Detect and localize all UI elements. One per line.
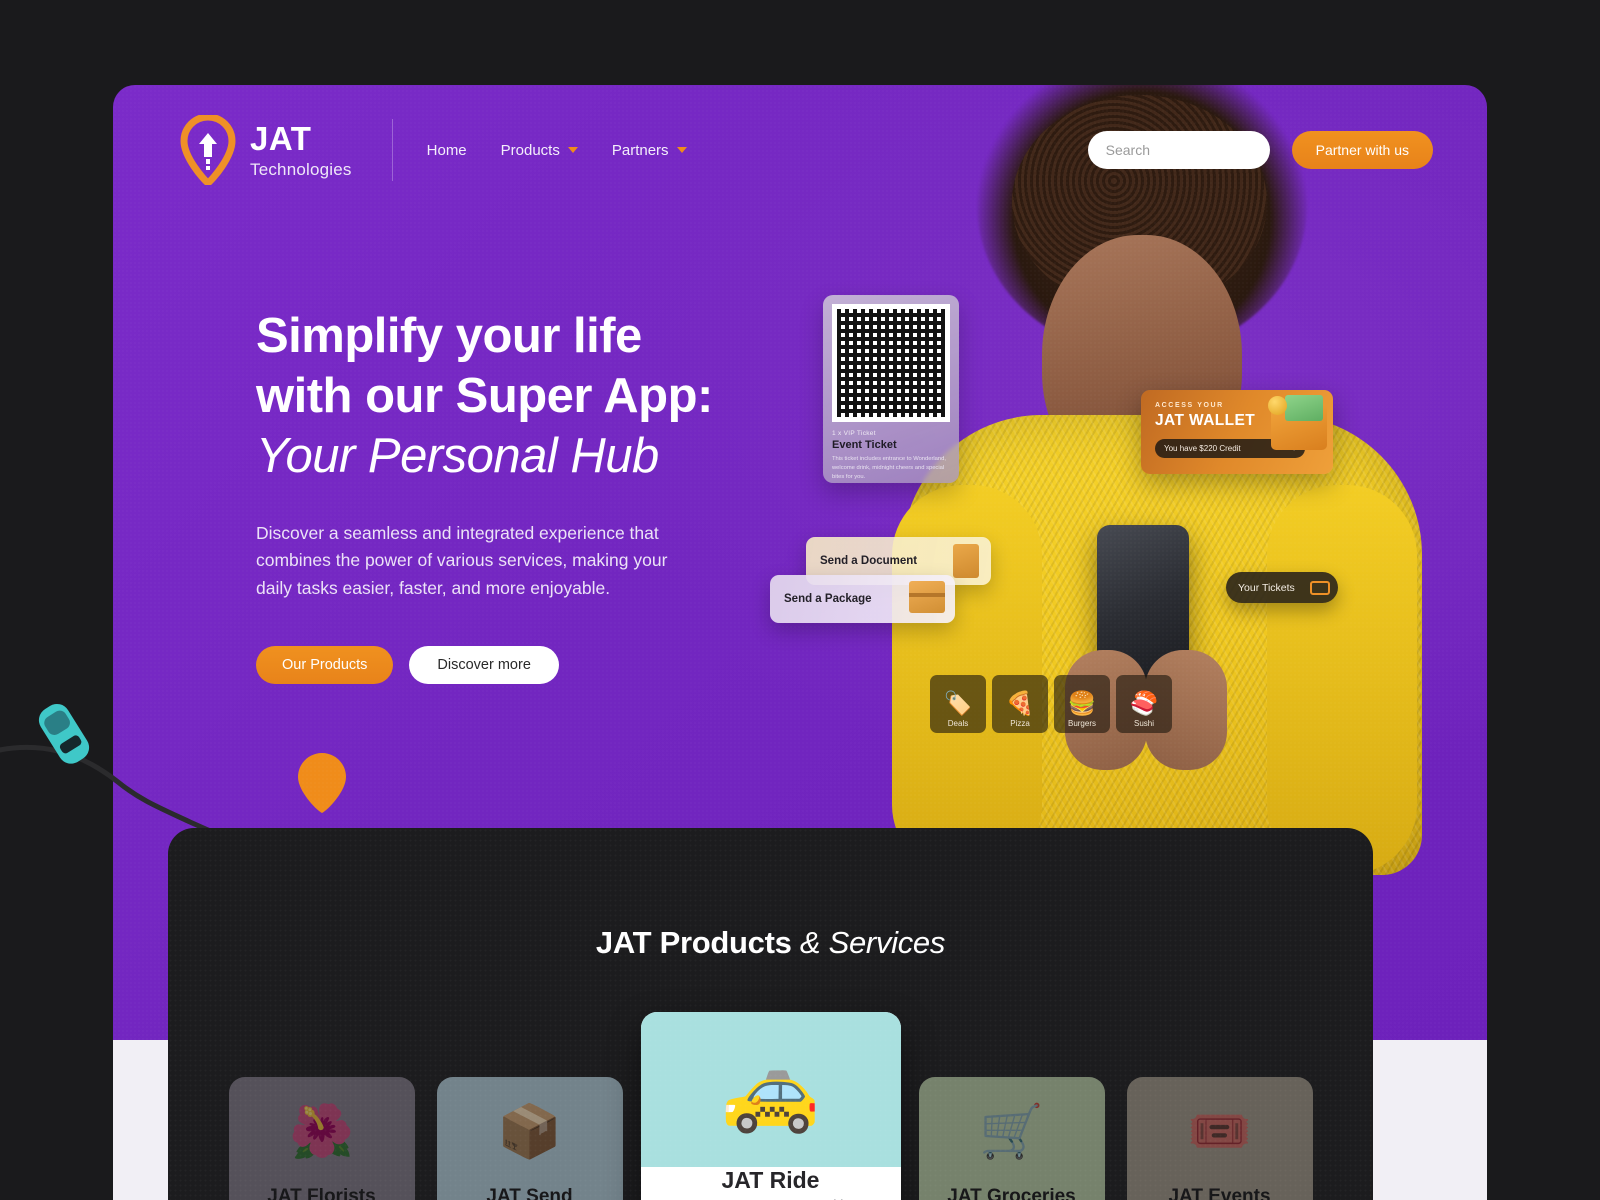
- products-section-title: JAT Products & Services: [168, 925, 1373, 961]
- send-document-label: Send a Document: [820, 555, 918, 567]
- your-tickets-pill[interactable]: Your Tickets: [1226, 572, 1338, 603]
- map-pin-arrow-icon: [180, 113, 236, 188]
- document-icon: [953, 544, 979, 578]
- search-box[interactable]: [1087, 131, 1287, 169]
- nav-right-group: Partner with us: [1087, 131, 1433, 169]
- event-ticket-title: Event Ticket: [832, 439, 897, 451]
- discover-more-button[interactable]: Discover more: [409, 645, 559, 684]
- partner-with-us-button[interactable]: Partner with us: [1291, 131, 1433, 169]
- product-card-jat-groceries[interactable]: 🛒 JAT Groceries: [918, 1077, 1105, 1200]
- hero-buttons: Our Products Discover more: [256, 645, 776, 684]
- products-title-italic: & Services: [799, 925, 946, 960]
- event-ticket-kicker: 1 x VIP Ticket: [832, 430, 876, 437]
- brand-logo[interactable]: JAT Technologies: [180, 113, 352, 188]
- hero-heading-italic: Your Personal Hub: [256, 428, 659, 483]
- product-card-jat-send-label: JAT Send: [486, 1186, 573, 1200]
- model-right-arm: [1267, 485, 1417, 875]
- top-navbar: JAT Technologies Home Products Partners: [113, 85, 1487, 215]
- nav-item-products-label: Products: [500, 141, 560, 159]
- hero-heading-line1: Simplify your life: [256, 309, 642, 363]
- products-section: JAT Products & Services 🌺 JAT Florists 📦…: [168, 828, 1373, 1200]
- food-tile-pizza[interactable]: 🍕 Pizza: [992, 675, 1048, 733]
- food-tile-deals-label: Deals: [947, 719, 969, 728]
- our-products-button[interactable]: Our Products: [256, 645, 394, 684]
- flowers-icon: 🌺: [289, 1103, 354, 1161]
- food-shortcuts-row: 🏷️ Deals 🍕 Pizza 🍔 Burgers 🍣 Sushi: [930, 675, 1172, 733]
- tickets-icon: 🎟️: [1187, 1103, 1252, 1161]
- brand-text: JAT Technologies: [250, 122, 352, 178]
- grocery-bag-icon: 🛒: [979, 1103, 1044, 1161]
- teal-car-top-view-icon: [38, 703, 90, 764]
- ticket-icon: [1310, 580, 1330, 595]
- product-card-jat-ride-label: JAT Ride: [721, 1167, 820, 1193]
- chevron-down-icon: [676, 147, 687, 153]
- hero-paragraph: Discover a seamless and integrated exper…: [256, 523, 668, 598]
- nav-item-home[interactable]: Home: [427, 142, 467, 159]
- event-ticket-card[interactable]: 1 x VIP Ticket Event Ticket This ticket …: [823, 295, 959, 483]
- sushi-icon: 🍣: [1129, 690, 1159, 716]
- product-card-jat-events[interactable]: 🎟️ JAT Events: [1126, 1077, 1313, 1200]
- package-box-icon: [909, 581, 945, 613]
- product-cards-row: 🌺 JAT Florists 📦 JAT Send 🚕 JAT Ride You…: [168, 1012, 1373, 1200]
- product-card-jat-ride[interactable]: 🚕 JAT Ride Your Go-To every JAT's Ride: [640, 1012, 901, 1200]
- taxi-icon: 🚕: [640, 1012, 901, 1167]
- hero-heading-line2: with our Super App:: [256, 368, 713, 423]
- qr-code-icon: [832, 304, 950, 422]
- hand-package-icon: 📦: [497, 1103, 562, 1161]
- product-card-jat-events-label: JAT Events: [1168, 1186, 1271, 1200]
- nav-item-home-label: Home: [426, 141, 467, 159]
- food-tile-burgers-label: Burgers: [1067, 719, 1096, 728]
- food-tile-deals[interactable]: 🏷️ Deals: [930, 675, 986, 733]
- product-card-jat-florists-label: JAT Florists: [267, 1186, 376, 1200]
- chevron-down-icon: [567, 147, 578, 153]
- burger-icon: 🍔: [1067, 690, 1097, 716]
- product-card-jat-groceries-label: JAT Groceries: [947, 1186, 1076, 1200]
- nav-links: Home Products Partners: [427, 142, 687, 159]
- food-tile-burgers[interactable]: 🍔 Burgers: [1054, 675, 1110, 733]
- send-package-card[interactable]: Send a Package: [770, 575, 955, 623]
- products-title-bold: JAT Products: [595, 925, 792, 960]
- nav-item-products[interactable]: Products: [501, 142, 578, 159]
- food-tile-sushi[interactable]: 🍣 Sushi: [1116, 675, 1172, 733]
- product-card-jat-send[interactable]: 📦 JAT Send: [436, 1077, 623, 1200]
- page-root: JAT Technologies Home Products Partners: [0, 0, 1600, 1200]
- nav-item-partners[interactable]: Partners: [612, 142, 687, 159]
- product-card-jat-florists[interactable]: 🌺 JAT Florists: [228, 1077, 415, 1200]
- hero-copy: Simplify your life with our Super App: Y…: [256, 307, 776, 684]
- food-tile-sushi-label: Sushi: [1133, 719, 1154, 728]
- hero-heading: Simplify your life with our Super App: Y…: [256, 307, 776, 486]
- search-input[interactable]: [1105, 142, 1287, 158]
- wallet-credit-label: You have $220 Credit: [1164, 444, 1241, 453]
- jat-wallet-card[interactable]: ACCESS YOUR JAT WALLET You have $220 Cre…: [1141, 390, 1333, 474]
- pizza-icon: 🍕: [1005, 690, 1035, 716]
- nav-divider: [391, 119, 393, 181]
- send-package-label: Send a Package: [784, 593, 872, 605]
- food-tile-pizza-label: Pizza: [1010, 719, 1030, 728]
- event-ticket-body: This ticket includes entrance to Wonderl…: [832, 456, 946, 480]
- your-tickets-label: Your Tickets: [1238, 581, 1295, 594]
- brand-name: JAT: [250, 120, 312, 157]
- tag-megaphone-icon: 🏷️: [943, 690, 973, 716]
- brand-subtitle: Technologies: [250, 160, 352, 179]
- coin-icon: [1268, 396, 1287, 415]
- nav-item-partners-label: Partners: [611, 141, 669, 159]
